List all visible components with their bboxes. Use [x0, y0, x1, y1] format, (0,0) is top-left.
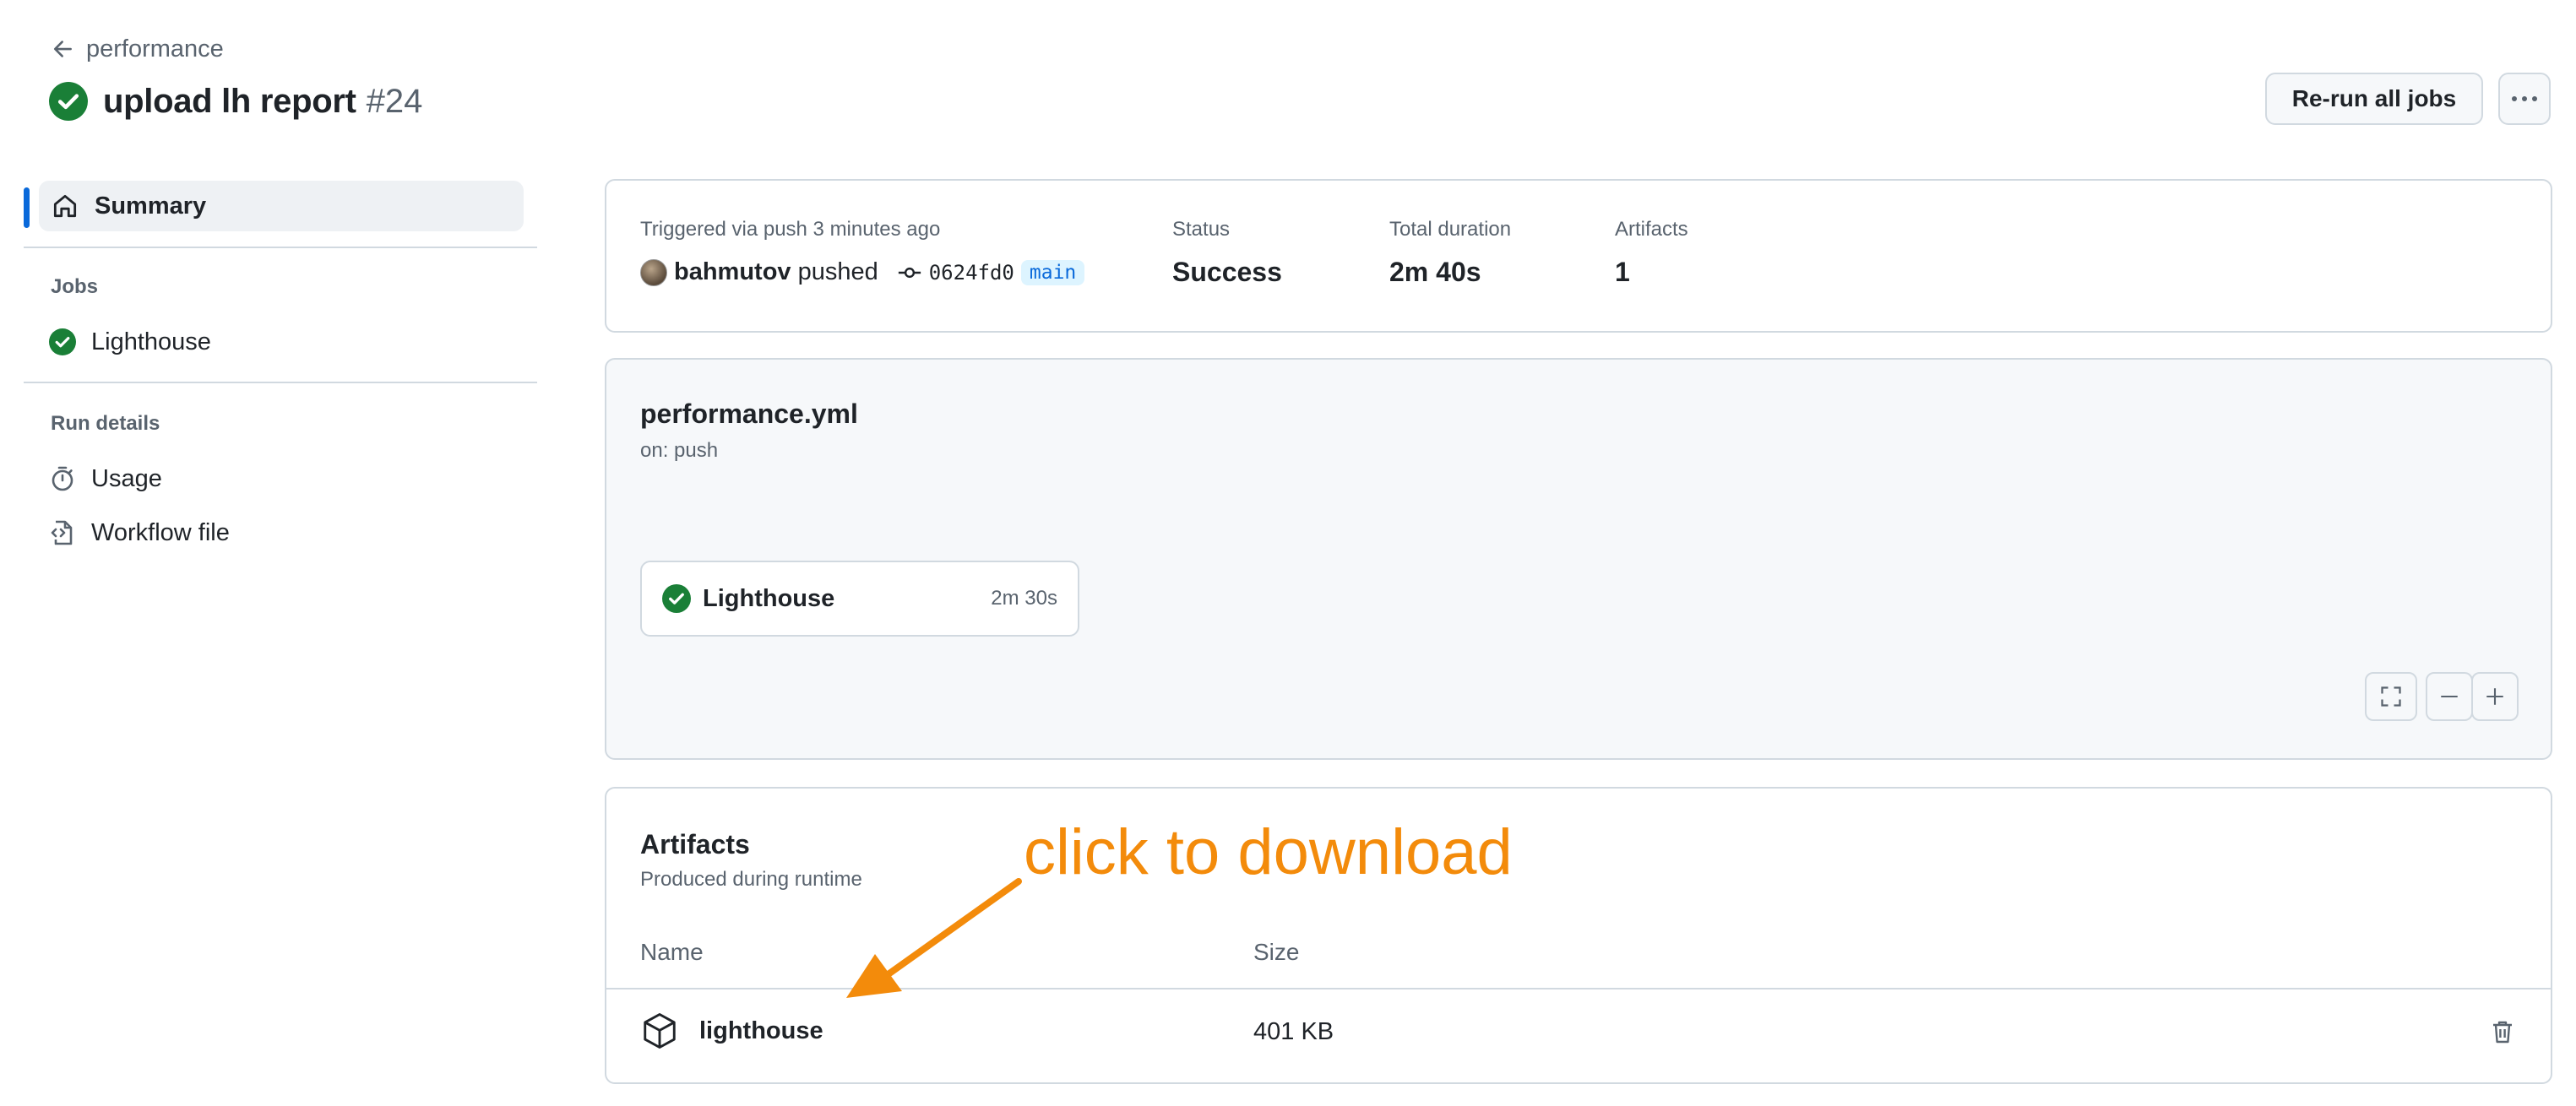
column-header-name: Name	[640, 939, 704, 965]
home-icon	[53, 194, 77, 218]
run-details-heading: Run details	[51, 412, 160, 435]
commit-sha-link[interactable]: 0624fd0	[929, 261, 1014, 285]
sidebar-item-summary[interactable]: Summary	[39, 181, 524, 231]
active-indicator	[24, 187, 30, 228]
arrow-left-icon	[53, 41, 72, 57]
duration-label: Total duration	[1389, 218, 1512, 241]
status-value: Success	[1172, 257, 1282, 287]
branch-badge[interactable]: main	[1020, 259, 1085, 285]
job-node-lighthouse[interactable]: Lighthouse 2m 30s	[640, 561, 1079, 637]
success-check-icon	[662, 584, 691, 613]
artifacts-count-value[interactable]: 1	[1615, 257, 1630, 288]
zoom-out-button[interactable]	[2426, 672, 2473, 721]
annotation-text: click to download	[1024, 816, 1513, 888]
delete-artifact-button[interactable]	[2486, 1015, 2519, 1049]
rerun-all-jobs-button[interactable]: Re-run all jobs	[2265, 73, 2483, 125]
zoom-in-button[interactable]	[2471, 672, 2519, 721]
push-info: bahmutov pushed 0624fd0 main	[640, 258, 1085, 286]
sidebar-item-label: Summary	[95, 192, 207, 220]
plus-icon	[2486, 688, 2503, 705]
run-summary-card	[605, 179, 2552, 333]
trash-icon	[2493, 1021, 2512, 1044]
workflow-trigger: on: push	[640, 439, 719, 462]
success-check-icon	[49, 82, 88, 121]
job-node-duration: 2m 30s	[991, 587, 1057, 610]
more-options-button[interactable]	[2498, 73, 2551, 125]
sidebar-divider	[24, 382, 537, 383]
run-number: #24	[366, 82, 423, 120]
stopwatch-icon	[52, 466, 73, 491]
workflow-run-title: upload lh report	[103, 82, 356, 120]
duration-value[interactable]: 2m 40s	[1389, 257, 1481, 288]
artifact-download-link[interactable]: lighthouse	[699, 1017, 823, 1045]
column-header-size: Size	[1253, 939, 1300, 965]
screen-full-icon	[2381, 686, 2401, 707]
status-label: Status	[1172, 218, 1231, 241]
minus-icon	[2441, 695, 2458, 698]
fullscreen-button[interactable]	[2365, 672, 2417, 721]
artifact-size: 401 KB	[1253, 1018, 1334, 1045]
avatar[interactable]	[640, 258, 667, 286]
job-node-name: Lighthouse	[703, 584, 835, 612]
artifacts-subtitle: Produced during runtime	[640, 868, 862, 891]
back-link-label: performance	[86, 35, 224, 62]
success-check-icon	[49, 328, 76, 355]
workflow-file-name: performance.yml	[640, 398, 858, 429]
sidebar-item-label: Workflow file	[91, 518, 230, 546]
trigger-text: Triggered via push 3 minutes ago	[640, 218, 941, 241]
kebab-horizontal-icon	[2509, 96, 2540, 101]
artifacts-count-label: Artifacts	[1615, 218, 1688, 241]
package-icon	[644, 1013, 676, 1049]
sidebar-divider	[24, 247, 537, 248]
jobs-heading: Jobs	[51, 275, 99, 298]
sidebar-item-label: Usage	[91, 464, 162, 492]
action-text: pushed	[797, 258, 878, 285]
workflow-graph-card	[605, 358, 2552, 760]
back-link[interactable]: performance	[51, 32, 224, 66]
page-title: upload lh report #24	[49, 78, 422, 125]
sidebar-item-workflow-file[interactable]: Workflow file	[49, 507, 230, 558]
annotation-arrow	[846, 878, 1022, 998]
table-row: lighthouse	[640, 1008, 823, 1054]
actor-link[interactable]: bahmutov	[674, 258, 791, 286]
file-code-icon	[51, 520, 73, 545]
sidebar-item-label: Lighthouse	[91, 328, 211, 355]
artifacts-title: Artifacts	[640, 829, 750, 859]
sidebar-item-usage[interactable]: Usage	[49, 453, 162, 504]
sidebar-item-lighthouse[interactable]: Lighthouse	[49, 317, 211, 367]
git-commit-icon	[898, 267, 921, 278]
